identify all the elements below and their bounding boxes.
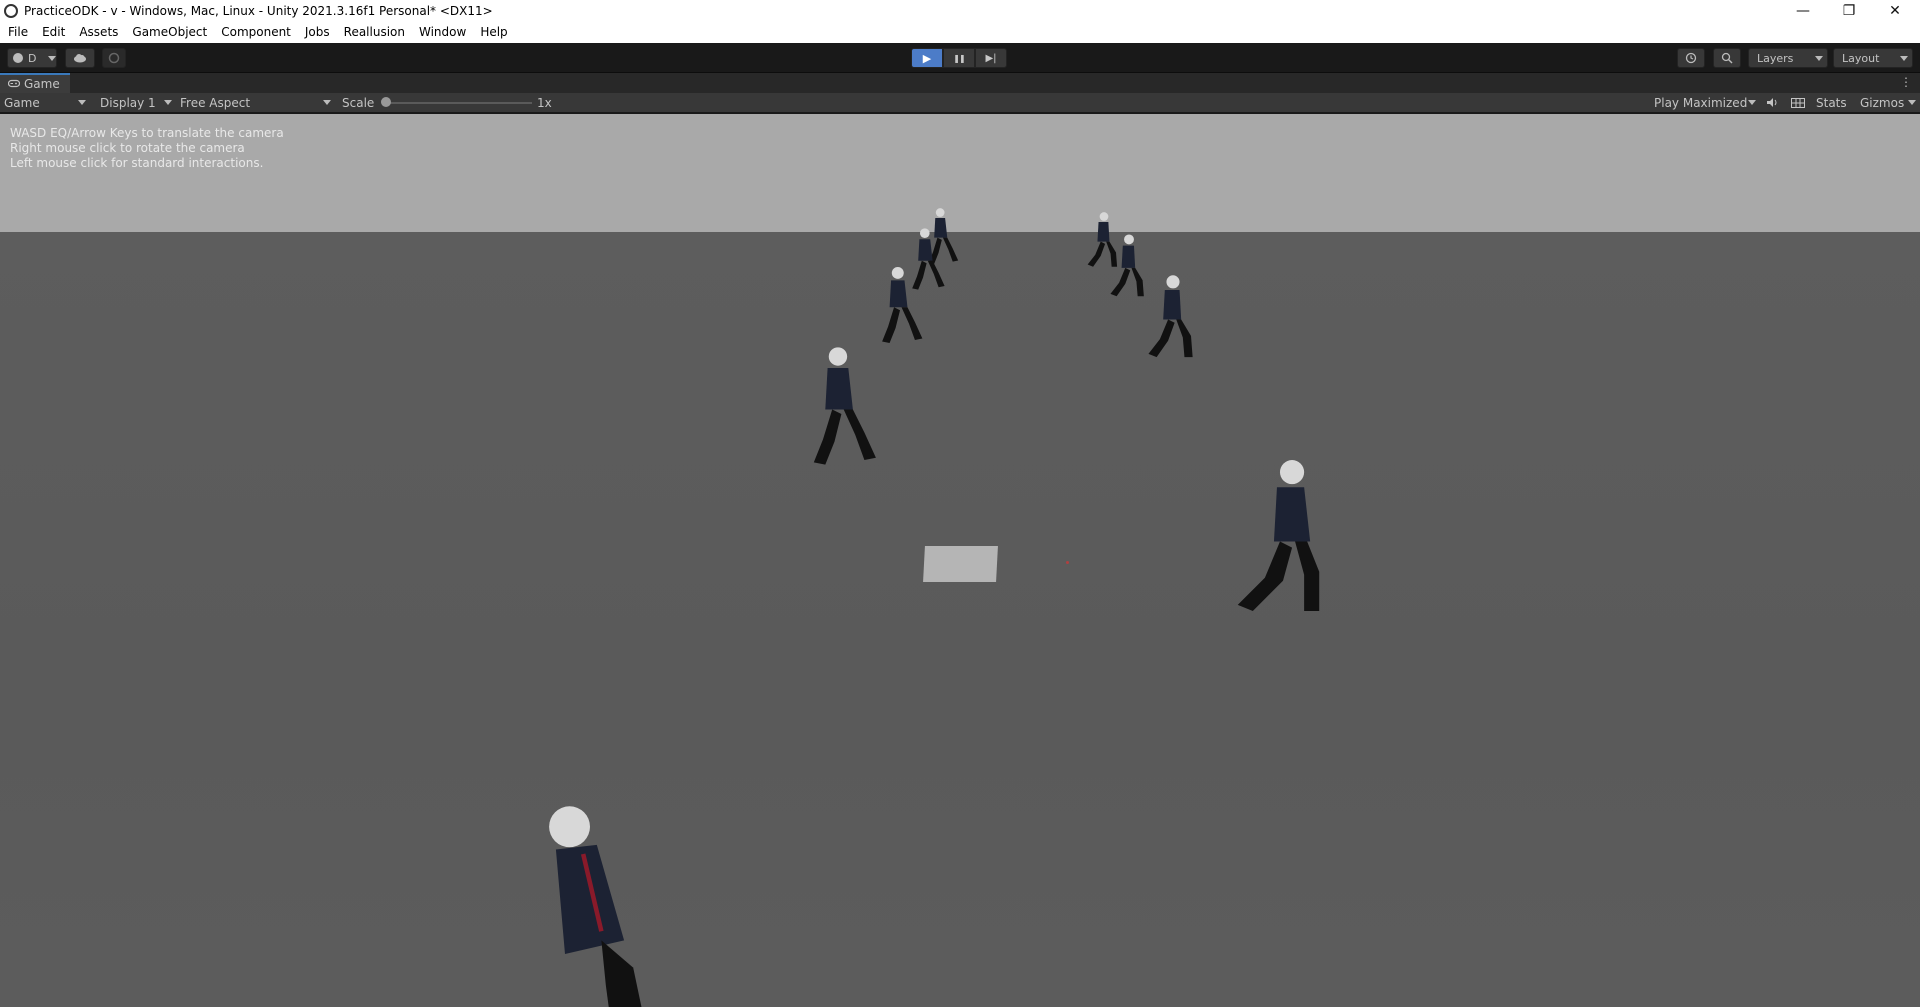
tab-game-label: Game <box>24 77 60 91</box>
chevron-down-icon <box>1815 56 1823 61</box>
menu-bar: File Edit Assets GameObject Component Jo… <box>0 21 1920 43</box>
walking-character[interactable] <box>873 264 933 346</box>
restore-button[interactable]: ❐ <box>1826 0 1872 21</box>
play-button[interactable]: ▶ <box>911 48 943 68</box>
pause-button[interactable]: ❚❚ <box>943 48 975 68</box>
tab-bar: Game ⋮ <box>0 73 1920 93</box>
game-mode-dropdown[interactable]: Game <box>4 93 88 113</box>
pause-icon: ❚❚ <box>953 53 965 63</box>
speaker-icon <box>1767 98 1777 107</box>
account-dropdown[interactable]: D <box>7 48 57 68</box>
chevron-down-icon <box>48 56 56 61</box>
game-mode-label: Game <box>4 96 40 110</box>
menu-component[interactable]: Component <box>213 21 297 43</box>
camera-help-text: WASD EQ/Arrow Keys to translate the came… <box>10 126 284 171</box>
scale-value: 1x <box>537 96 552 110</box>
walking-character[interactable] <box>1140 272 1206 362</box>
main-toolbar: D ▶ ❚❚ ▶| Layers Layout <box>0 43 1920 73</box>
account-icon <box>13 53 23 63</box>
scale-slider-track[interactable] <box>384 102 532 104</box>
play-mode-label: Play Maximized <box>1654 96 1748 110</box>
gamepad-icon <box>7 78 21 91</box>
scale-label: Scale <box>342 96 375 110</box>
display-label: Display 1 <box>100 96 156 110</box>
account-label: D <box>28 51 37 65</box>
chevron-down-icon <box>164 100 172 105</box>
floor-marker-quad <box>923 546 998 582</box>
menu-assets[interactable]: Assets <box>71 21 124 43</box>
help-line: Right mouse click to rotate the camera <box>10 141 245 155</box>
play-controls: ▶ ❚❚ ▶| <box>911 48 1007 68</box>
gizmos-dropdown[interactable]: Gizmos <box>1860 93 1916 113</box>
window-title: PracticeODK - v - Windows, Mac, Linux - … <box>24 3 493 18</box>
layout-label: Layout <box>1842 51 1880 65</box>
mute-audio-button[interactable] <box>1766 93 1779 113</box>
menu-edit[interactable]: Edit <box>34 21 71 43</box>
target-marker <box>1066 561 1069 564</box>
layout-dropdown[interactable]: Layout <box>1833 48 1913 68</box>
scale-slider-handle[interactable] <box>381 97 391 107</box>
history-icon <box>1685 52 1697 64</box>
menu-gameobject[interactable]: GameObject <box>124 21 213 43</box>
title-bar: PracticeODK - v - Windows, Mac, Linux - … <box>0 0 1920 21</box>
close-button[interactable]: ✕ <box>1872 0 1918 21</box>
grid-icon <box>1791 98 1805 108</box>
step-icon: ▶| <box>985 52 997 64</box>
display-dropdown[interactable]: Display 1 <box>100 93 172 113</box>
collab-button[interactable] <box>102 48 126 68</box>
ground-plane <box>0 232 1920 1007</box>
chevron-down-icon <box>323 100 331 105</box>
gizmos-label: Gizmos <box>1860 96 1905 110</box>
stats-grid-button[interactable] <box>1791 93 1805 113</box>
step-button[interactable]: ▶| <box>975 48 1007 68</box>
walking-character[interactable] <box>1222 454 1344 620</box>
layers-dropdown[interactable]: Layers <box>1748 48 1828 68</box>
history-button[interactable] <box>1677 48 1705 68</box>
chevron-down-icon <box>1748 100 1756 105</box>
aspect-label: Free Aspect <box>180 96 251 110</box>
menu-help[interactable]: Help <box>472 21 513 43</box>
play-mode-dropdown[interactable]: Play Maximized <box>1654 93 1758 113</box>
more-options-icon[interactable]: ⋮ <box>1900 75 1912 89</box>
tab-game[interactable]: Game <box>0 73 70 93</box>
help-line: Left mouse click for standard interactio… <box>10 156 264 170</box>
game-view-toolbar: Game Display 1 Free Aspect Scale 1x Play… <box>0 93 1920 113</box>
menu-jobs[interactable]: Jobs <box>297 21 336 43</box>
menu-reallusion[interactable]: Reallusion <box>336 21 411 43</box>
unity-logo-icon <box>4 3 18 18</box>
collab-icon <box>108 52 120 64</box>
menu-file[interactable]: File <box>0 21 34 43</box>
stats-button[interactable]: Stats <box>1816 93 1847 113</box>
chevron-down-icon <box>1900 56 1908 61</box>
walking-character[interactable] <box>505 804 725 1007</box>
layers-label: Layers <box>1757 51 1794 65</box>
aspect-dropdown[interactable]: Free Aspect <box>180 93 332 113</box>
chevron-down-icon <box>1908 100 1916 105</box>
minimize-button[interactable]: — <box>1780 0 1826 21</box>
menu-window[interactable]: Window <box>411 21 472 43</box>
game-viewport[interactable]: WASD EQ/Arrow Keys to translate the came… <box>0 114 1920 1007</box>
search-button[interactable] <box>1713 48 1741 68</box>
cloud-button[interactable] <box>65 48 95 68</box>
chevron-down-icon <box>78 100 86 105</box>
cloud-icon <box>74 54 86 63</box>
help-line: WASD EQ/Arrow Keys to translate the came… <box>10 126 284 140</box>
play-icon: ▶ <box>922 51 932 65</box>
walking-character[interactable] <box>800 342 892 470</box>
search-icon <box>1721 52 1733 64</box>
